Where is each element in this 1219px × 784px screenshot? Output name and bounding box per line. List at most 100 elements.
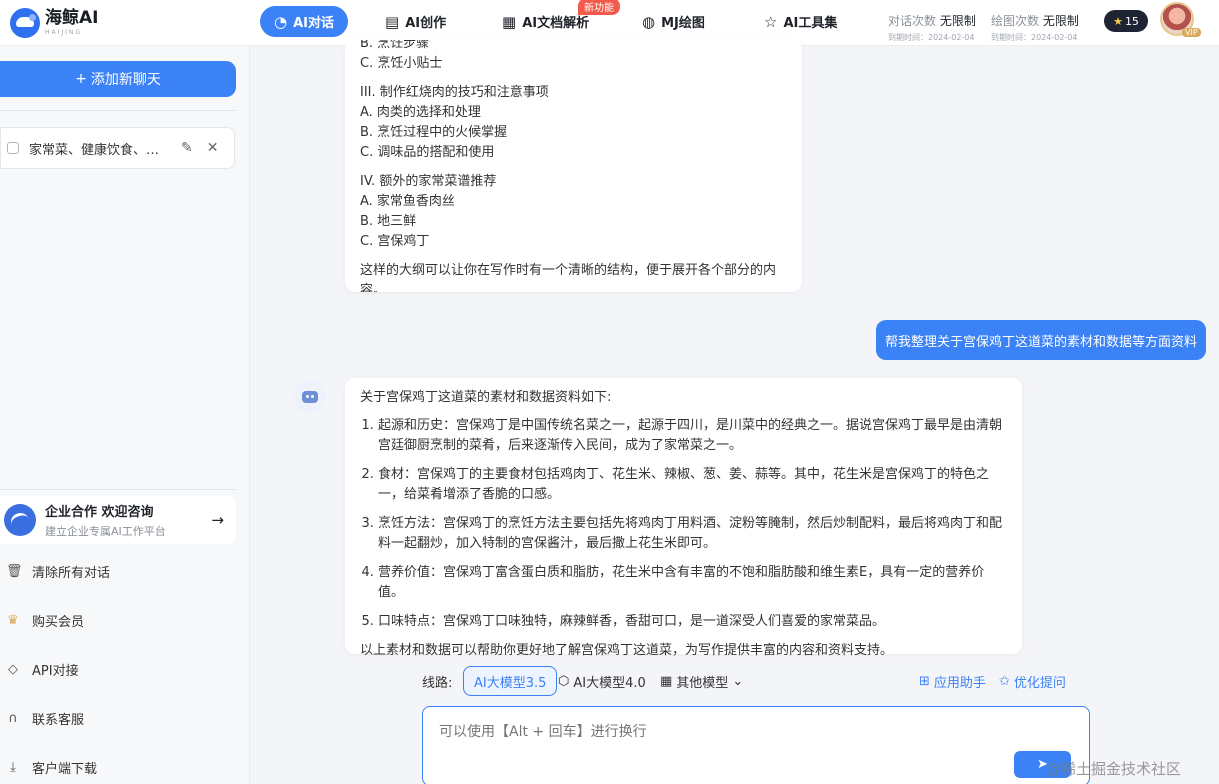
bot-avatar <box>293 380 326 413</box>
list-item: 烹饪方法：宫保鸡丁的烹饪方法主要包括先将鸡肉丁用料酒、淀粉等腌制，然后炒制配料，… <box>378 514 1007 554</box>
chat-quota-expiry: 到期时间：2024-02-04 <box>888 33 975 42</box>
list-item: 起源和历史：宫保鸡丁是中国传统名菜之一，起源于四川，是川菜中的经典之一。据说宫保… <box>378 416 1007 456</box>
enterprise-logo-icon <box>4 504 36 536</box>
nav-mj-draw[interactable]: ◍ MJ绘图 <box>642 6 705 37</box>
message-intro: 关于宫保鸡丁这道菜的素材和数据资料如下: <box>360 390 612 405</box>
download-client-link[interactable]: ⤓ 客户端下载 <box>6 758 97 777</box>
message-input-box <box>422 706 1090 784</box>
enterprise-subtitle: 建立企业专属AI工作平台 <box>45 525 166 538</box>
nav-label: AI对话 <box>293 16 334 31</box>
model-40-button[interactable]: ⬡ AI大模型4.0 <box>558 666 646 696</box>
logo-text: 海鲸AI <box>45 8 99 28</box>
vip-badge: VIP <box>1182 28 1201 37</box>
api-icon: ◇ <box>8 662 18 677</box>
pdf-icon: ▦ <box>502 12 517 31</box>
headset-icon: ∩ <box>8 711 18 726</box>
arrow-right-icon: → <box>211 511 224 529</box>
divider <box>0 110 236 111</box>
other-models-dropdown[interactable]: ▦ 其他模型 ⌄ <box>660 666 743 696</box>
list-item: 食材：宫保鸡丁的主要食材包括鸡肉丁、花生米、辣椒、葱、姜、蒜等。其中，花生米是宫… <box>378 465 1007 505</box>
chat-icon: ◔ <box>274 12 288 31</box>
user-message-text: 帮我整理关于宫保鸡丁这道菜的素材和数据等方面资料 <box>884 334 1197 350</box>
draw-quota-expiry: 到期时间：2024-02-04 <box>991 33 1078 42</box>
enterprise-title: 企业合作 欢迎咨询 <box>45 505 154 520</box>
model-35-button[interactable]: AI大模型3.5 <box>463 666 558 696</box>
model-label: AI大模型4.0 <box>573 675 646 691</box>
nav-ai-chat[interactable]: ◔ AI对话 <box>260 6 348 37</box>
list-item: 营养价值：宫保鸡丁富含蛋白质和脂肪，花生米中含有丰富的不饱和脂肪酸和维生素E，具… <box>378 563 1007 603</box>
api-link[interactable]: ◇ API对接 <box>6 660 79 679</box>
message-input[interactable] <box>423 707 1089 767</box>
chat-quota-label: 对话次数 <box>888 14 937 28</box>
message-outro: 以上素材和数据可以帮助你更好地了解宫保鸡丁这道菜，为写作提供丰富的内容和资料支持… <box>360 643 894 658</box>
chevron-down-icon: ⌄ <box>732 673 744 689</box>
divider <box>0 489 236 490</box>
buy-membership-link[interactable]: ♛ 购买会员 <box>6 611 84 630</box>
apps-icon: ⊞ <box>919 673 930 689</box>
draw-quota-label: 绘图次数 <box>991 14 1040 28</box>
message-line: B. 地三鲜 <box>360 214 417 229</box>
message-line: III. 制作红烧肉的技巧和注意事项 <box>360 85 549 100</box>
palette-icon: ◍ <box>642 12 656 31</box>
message-line: C. 烹饪小贴士 <box>360 56 443 71</box>
close-icon[interactable]: ✕ <box>207 140 219 156</box>
star-icon: ☆ <box>764 12 778 31</box>
sidebar: + 添加新聊天 家常菜、健康饮食、美食文化 ✎ ✕ 企业合作 欢迎咨询 建立企业… <box>0 46 250 784</box>
message-line: 这样的大纲可以让你在写作时有一个清晰的结构，便于展开各个部分的内容。 <box>360 263 777 292</box>
link-label: API对接 <box>32 664 79 679</box>
message-line: A. 家常鱼香肉丝 <box>360 194 455 209</box>
enterprise-banner[interactable]: 企业合作 欢迎咨询 建立企业专属AI工作平台 → <box>0 496 236 544</box>
chat-bubble-icon <box>7 142 19 154</box>
sparkle-icon: ✩ <box>999 673 1010 689</box>
watermark: @稀土掘金技术社区 <box>1046 760 1182 778</box>
route-label: 线路: <box>422 675 453 691</box>
message-list: 起源和历史：宫保鸡丁是中国传统名菜之一，起源于四川，是川菜中的经典之一。据说宫保… <box>378 416 1007 632</box>
hexagon-icon: ⬡ <box>558 673 570 689</box>
nav-ai-document[interactable]: ▦ AI文档解析 <box>502 6 589 37</box>
chat-item-title: 家常菜、健康饮食、美食文化 <box>29 142 167 158</box>
link-label: 联系客服 <box>32 713 85 728</box>
model-label: AI大模型3.5 <box>474 675 547 691</box>
nav-label: AI工具集 <box>783 16 838 31</box>
message-line: A. 肉类的选择和处理 <box>360 105 481 120</box>
chat-quota: 对话次数 无限制 到期时间：2024-02-04 <box>888 12 976 43</box>
add-new-chat-button[interactable]: + 添加新聊天 <box>0 61 236 97</box>
ai-message-bubble: 关于宫保鸡丁这道菜的素材和数据资料如下: 起源和历史：宫保鸡丁是中国传统名菜之一… <box>345 378 1022 658</box>
contact-support-link[interactable]: ∩ 联系客服 <box>6 709 84 728</box>
draw-quota-value: 无限制 <box>1042 14 1079 28</box>
grid-icon: ▦ <box>660 673 673 689</box>
optimize-question-button[interactable]: ✩ 优化提问 <box>999 666 1066 696</box>
list-item: 口味特点：宫保鸡丁口味独特，麻辣鲜香，香甜可口，是一道深受人们喜爱的家常菜品。 <box>378 612 1007 632</box>
helper-label: 优化提问 <box>1013 675 1066 691</box>
nav-ai-create[interactable]: ▤ AI创作 <box>385 6 446 37</box>
stars-badge[interactable]: ★ 15 <box>1104 10 1148 32</box>
nav-ai-tools[interactable]: ☆ AI工具集 <box>764 6 837 37</box>
clear-all-chats-link[interactable]: 🗑 清除所有对话 <box>6 562 110 581</box>
link-label: 清除所有对话 <box>32 566 111 581</box>
draw-quota: 绘图次数 无限制 到期时间：2024-02-04 <box>991 12 1079 43</box>
link-label: 购买会员 <box>32 615 85 630</box>
message-line: C. 宫保鸡丁 <box>360 234 430 249</box>
chat-list-item[interactable]: 家常菜、健康饮食、美食文化 ✎ ✕ <box>0 127 235 169</box>
download-icon: ⤓ <box>10 760 16 775</box>
edit-icon[interactable]: ✎ <box>181 140 193 156</box>
chat-quota-value: 无限制 <box>939 14 976 28</box>
message-line: C. 调味品的搭配和使用 <box>360 145 495 160</box>
book-icon: ▤ <box>385 12 400 31</box>
robot-icon <box>301 390 318 403</box>
star-icon: ★ <box>1113 14 1123 28</box>
model-label: 其他模型 <box>676 675 729 691</box>
message-line: B. 烹饪过程中的火候掌握 <box>360 125 508 140</box>
helper-label: 应用助手 <box>933 675 986 691</box>
link-label: 客户端下载 <box>32 762 98 777</box>
message-line: B. 烹饪步骤 <box>360 40 430 51</box>
app-helper-button[interactable]: ⊞ 应用助手 <box>919 666 986 696</box>
trash-icon: 🗑 <box>6 564 23 579</box>
plus-icon: + <box>75 71 87 87</box>
message-line: IV. 额外的家常菜谱推荐 <box>360 174 497 189</box>
stars-count: 15 <box>1124 14 1139 28</box>
add-chat-label: 添加新聊天 <box>90 72 161 88</box>
app-logo[interactable]: 海鲸AI HAIJING <box>10 8 98 38</box>
ai-message-bubble: B. 烹饪步骤 C. 烹饪小贴士 III. 制作红烧肉的技巧和注意事项 A. 肉… <box>345 40 802 292</box>
user-message-bubble: 帮我整理关于宫保鸡丁这道菜的素材和数据等方面资料 <box>876 320 1206 360</box>
